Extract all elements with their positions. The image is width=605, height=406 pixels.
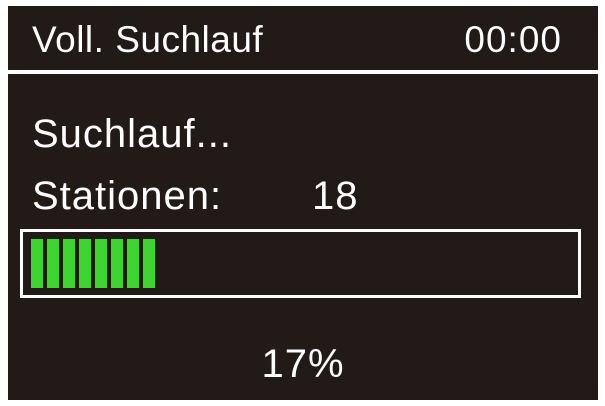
progress-segment <box>63 239 75 288</box>
title-bar: Voll. Suchlauf 00:00 <box>8 6 598 70</box>
progress-segment <box>111 239 123 288</box>
radio-display: Voll. Suchlauf 00:00 Suchlauf... Station… <box>8 6 598 400</box>
stations-count: 18 <box>312 174 359 218</box>
progress-segment <box>95 239 107 288</box>
stations-label: Stationen: <box>32 174 223 218</box>
progress-bar <box>20 229 581 298</box>
progress-fill <box>31 239 155 288</box>
progress-percent: 17% <box>261 342 345 386</box>
progress-segment <box>79 239 91 288</box>
progress-segment <box>143 239 155 288</box>
title-divider <box>8 70 598 74</box>
progress-segment <box>127 239 139 288</box>
progress-segment <box>47 239 59 288</box>
scan-status: Suchlauf... <box>32 112 233 156</box>
progress-segment <box>31 239 43 288</box>
screen-title: Voll. Suchlauf <box>32 19 264 60</box>
clock: 00:00 <box>464 19 562 60</box>
